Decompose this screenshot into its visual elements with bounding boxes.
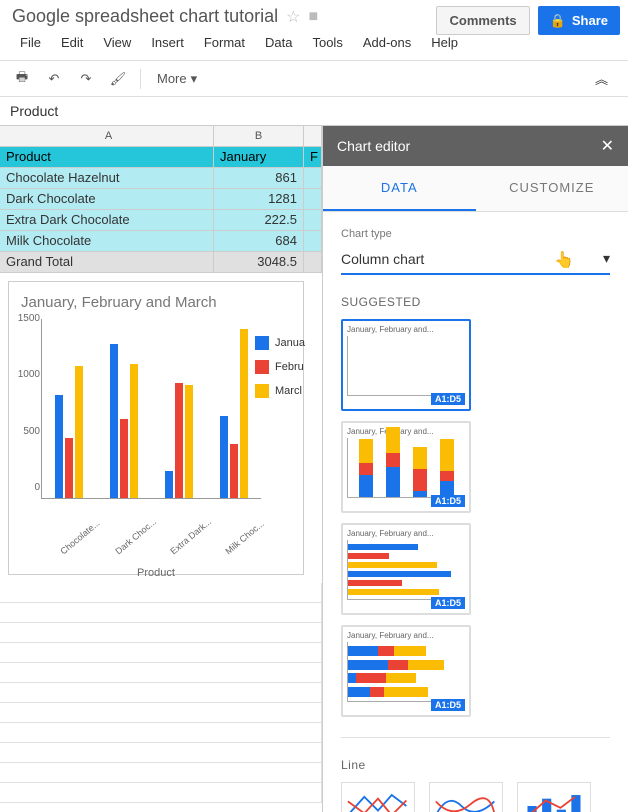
share-button[interactable]: 🔒 Share <box>538 6 620 35</box>
undo-icon[interactable]: ↶ <box>40 65 68 93</box>
chart-type-combo[interactable] <box>517 782 591 812</box>
collapse-icon[interactable]: ︽ <box>595 69 608 88</box>
header-cell: January <box>214 147 304 167</box>
folder-icon[interactable]: ■ <box>309 8 319 26</box>
table-row[interactable]: Milk Chocolate 684 <box>0 231 322 252</box>
more-label: More <box>157 71 187 86</box>
cursor-icon: 👆 <box>554 250 574 270</box>
cell: Chocolate Hazelnut <box>0 168 214 188</box>
menu-file[interactable]: File <box>12 31 49 54</box>
cell: 222.5 <box>214 210 304 230</box>
redo-icon[interactable]: ↷ <box>72 65 100 93</box>
chart-type-smooth-line[interactable] <box>429 782 503 812</box>
suggested-label: SUGGESTED <box>341 295 610 309</box>
range-badge: A1:D5 <box>431 699 465 711</box>
section-line: Line <box>341 758 610 772</box>
menu-insert[interactable]: Insert <box>143 31 192 54</box>
more-button[interactable]: More ▾ <box>149 67 205 91</box>
editor-title: Chart editor <box>337 138 410 154</box>
suggested-chart-grouped-bar[interactable]: January, February and... A1:D5 <box>341 523 471 615</box>
lock-icon: 🔒 <box>550 13 566 29</box>
range-badge: A1:D5 <box>431 495 465 507</box>
col-header-c[interactable] <box>304 126 322 146</box>
star-icon[interactable]: ☆ <box>286 7 300 27</box>
header-cell: Product <box>0 147 214 167</box>
chart-title: January, February and March <box>21 294 291 311</box>
cell: Grand Total <box>0 252 214 272</box>
chart-type-line[interactable] <box>341 782 415 812</box>
ytick: 500 <box>16 426 40 437</box>
col-header-a[interactable]: A <box>4 126 214 146</box>
close-icon[interactable]: ✕ <box>601 136 614 156</box>
table-row[interactable]: Chocolate Hazelnut 861 <box>0 168 322 189</box>
cell: Milk Chocolate <box>0 231 214 251</box>
menu-data[interactable]: Data <box>257 31 300 54</box>
menu-edit[interactable]: Edit <box>53 31 91 54</box>
cell: 3048.5 <box>214 252 304 272</box>
chevron-down-icon: ▾ <box>603 250 610 267</box>
table-header-row[interactable]: Product January F <box>0 147 322 168</box>
print-icon[interactable]: 🖶 <box>8 65 36 93</box>
ytick: 1000 <box>16 369 40 380</box>
ytick: 1500 <box>16 313 40 324</box>
legend-label: Febru <box>275 361 304 373</box>
suggested-chart-stacked-column[interactable]: January, February and... A1:D5 <box>341 421 471 513</box>
chart-type-label: Chart type <box>341 228 610 240</box>
comments-button[interactable]: Comments <box>436 6 529 35</box>
chart-plot: 1500 1000 500 0 <box>41 319 261 499</box>
table-total-row[interactable]: Grand Total 3048.5 <box>0 252 322 273</box>
tab-customize[interactable]: CUSTOMIZE <box>476 166 628 211</box>
toolbar: 🖶 ↶ ↷ 🖌 More ▾ ︽ <box>0 61 628 97</box>
embedded-chart[interactable]: January, February and March 1500 1000 50… <box>8 281 304 575</box>
paint-format-icon[interactable]: 🖌 <box>104 65 132 93</box>
share-label: Share <box>572 13 608 28</box>
name-box[interactable]: Product <box>0 97 628 126</box>
chart-xlabel: Product <box>21 567 291 579</box>
chart-type-value: Column chart <box>341 251 424 267</box>
cell: 684 <box>214 231 304 251</box>
card-title: January, February and... <box>347 427 465 436</box>
tab-data[interactable]: DATA <box>323 166 476 211</box>
table-row[interactable]: Dark Chocolate 1281 <box>0 189 322 210</box>
cell: Dark Chocolate <box>0 189 214 209</box>
doc-title[interactable]: Google spreadsheet chart tutorial <box>12 6 278 27</box>
card-title: January, February and... <box>347 631 465 640</box>
legend-label: Marcl <box>275 385 302 397</box>
legend-label: Janua <box>275 337 305 349</box>
card-title: January, February and... <box>347 529 465 538</box>
range-badge: A1:D5 <box>431 393 465 405</box>
cell: Extra Dark Chocolate <box>0 210 214 230</box>
range-badge: A1:D5 <box>431 597 465 609</box>
menu-format[interactable]: Format <box>196 31 253 54</box>
col-header-b[interactable]: B <box>214 126 304 146</box>
chart-legend: Janua Febru Marcl <box>255 336 305 408</box>
cell: 861 <box>214 168 304 188</box>
ytick: 0 <box>16 482 40 493</box>
chevron-down-icon: ▾ <box>191 71 198 87</box>
spreadsheet-pane: A B Product January F Chocolate Hazelnut… <box>0 126 322 812</box>
menu-addons[interactable]: Add-ons <box>355 31 419 54</box>
cell: 1281 <box>214 189 304 209</box>
header-cell: F <box>304 147 322 167</box>
card-title: January, February and... <box>347 325 465 334</box>
table-row[interactable]: Extra Dark Chocolate 222.5 <box>0 210 322 231</box>
suggested-chart-grouped-column[interactable]: January, February and... A1:D5 <box>341 319 471 411</box>
menu-view[interactable]: View <box>95 31 139 54</box>
chart-editor-panel: Chart editor ✕ DATA CUSTOMIZE Chart type… <box>322 126 628 812</box>
chart-type-select[interactable]: Column chart 👆 ▾ <box>341 244 610 275</box>
menu-tools[interactable]: Tools <box>304 31 350 54</box>
suggested-chart-stacked-bar[interactable]: January, February and... A1:D5 <box>341 625 471 717</box>
